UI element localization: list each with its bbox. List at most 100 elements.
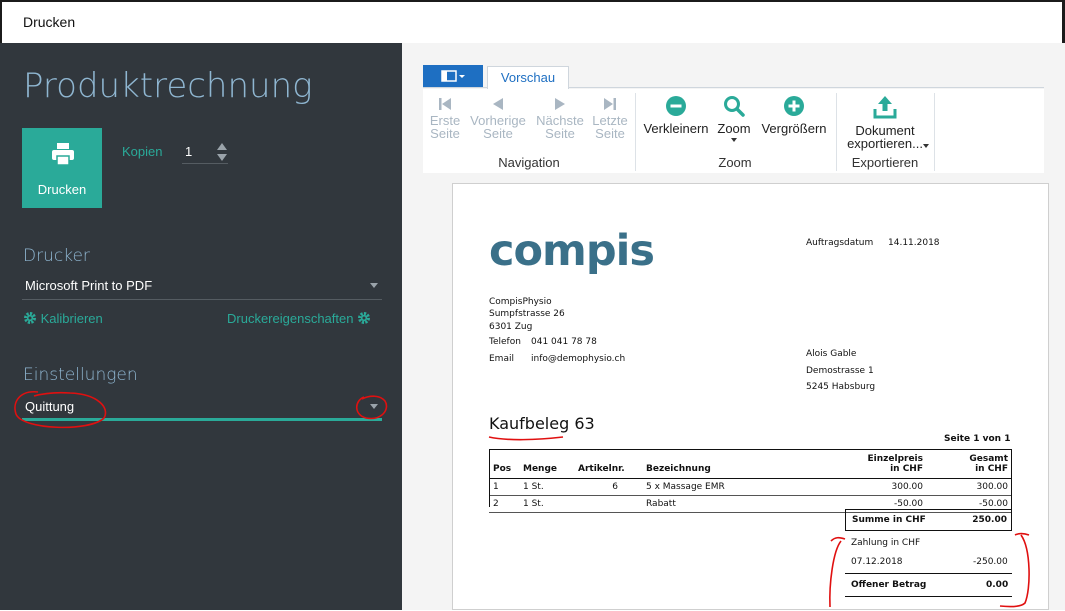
items-table: Pos Menge Artikelnr. Bezeichnung Einzelp… bbox=[489, 449, 1012, 513]
col-description: Bezeichnung bbox=[642, 449, 812, 479]
document-page: compis Auftragsdatum 14.11.2018 CompisPh… bbox=[452, 183, 1049, 610]
skip-first-icon bbox=[439, 98, 451, 110]
red-annotation-underline bbox=[488, 436, 564, 441]
last-page-label-2: Seite bbox=[595, 126, 625, 141]
calibrate-link[interactable]: Kalibrieren bbox=[23, 311, 103, 326]
magnifier-icon bbox=[724, 96, 745, 117]
export-label-1: Dokument bbox=[855, 123, 915, 138]
document-number: 63 bbox=[574, 414, 595, 433]
zoom-group-label: Zoom bbox=[718, 155, 752, 170]
print-button-label: Drucken bbox=[37, 182, 87, 197]
cell: 5 x Massage EMR bbox=[642, 478, 812, 496]
window-titlebar: Drucken bbox=[0, 0, 1065, 45]
col-article: Artikelnr. bbox=[574, 449, 642, 479]
printer-select-value: Microsoft Print to PDF bbox=[25, 278, 153, 293]
previous-page-button[interactable]: Vorherige Seite bbox=[466, 89, 530, 141]
copies-stepper[interactable]: 1 bbox=[182, 140, 228, 164]
email-label: Email bbox=[489, 354, 514, 364]
sum-value: 250.00 bbox=[972, 515, 1007, 525]
payment-label: Zahlung in CHF bbox=[851, 538, 921, 548]
open-amount-value: 0.00 bbox=[986, 580, 1009, 590]
table-row: 1 1 St. 6 5 x Massage EMR 300.00 300.00 bbox=[489, 478, 1012, 496]
settings-select[interactable]: Quittung bbox=[22, 393, 382, 421]
col-quantity: Menge bbox=[519, 449, 574, 479]
sender-city: 6301 Zug bbox=[489, 322, 533, 332]
export-label-2: exportieren... bbox=[847, 136, 923, 151]
recipient-name: Alois Gable bbox=[806, 349, 857, 359]
col-total: Gesamt in CHF bbox=[927, 449, 1012, 479]
ribbon: Erste Seite Vorherige Seite Nächste Seit… bbox=[423, 89, 1044, 173]
settings-section-title: Einstellungen bbox=[23, 365, 138, 385]
page-info: Seite 1 von 1 bbox=[944, 434, 1011, 444]
cell bbox=[574, 495, 642, 513]
gear-icon bbox=[24, 312, 36, 324]
sender-street: Sumpfstrasse 26 bbox=[489, 309, 565, 319]
ribbon-separator bbox=[635, 93, 636, 171]
upload-export-icon bbox=[873, 96, 897, 119]
previous-page-label-2: Seite bbox=[483, 126, 513, 141]
chevron-down-icon bbox=[923, 144, 929, 148]
zoom-in-button[interactable]: Vergrößern bbox=[756, 89, 832, 136]
phone-value: 041 041 78 78 bbox=[531, 337, 597, 347]
printer-properties-link[interactable]: Druckereigenschaften bbox=[227, 311, 371, 326]
printer-select[interactable]: Microsoft Print to PDF bbox=[22, 272, 382, 300]
cell: 1 bbox=[489, 478, 519, 496]
copies-label: Kopien bbox=[122, 144, 163, 159]
spinner-arrows-icon[interactable] bbox=[216, 142, 228, 162]
zoom-out-button[interactable]: Verkleinern bbox=[639, 89, 713, 135]
settings-select-value: Quittung bbox=[25, 399, 75, 414]
copies-value: 1 bbox=[185, 144, 193, 159]
printer-section-title: Drucker bbox=[23, 246, 90, 266]
first-page-label-2: Seite bbox=[430, 126, 460, 141]
tab-preview[interactable]: Vorschau bbox=[487, 66, 569, 89]
arrow-left-icon bbox=[493, 98, 503, 110]
table-border bbox=[489, 449, 490, 507]
order-date-value: 14.11.2018 bbox=[888, 238, 940, 248]
zoom-in-label: Vergrößern bbox=[761, 121, 827, 136]
chevron-down-icon bbox=[731, 138, 737, 142]
company-logo: compis bbox=[489, 226, 655, 276]
col-unit-price: Einzelpreis in CHF bbox=[812, 449, 927, 479]
first-page-button[interactable]: Erste Seite bbox=[424, 89, 466, 141]
last-page-button[interactable]: Letzte Seite bbox=[589, 89, 631, 141]
payment-date: 07.12.2018 bbox=[851, 557, 903, 567]
page-title: Produktrechnung bbox=[23, 66, 313, 106]
document-title-text: Kaufbeleg bbox=[489, 414, 570, 433]
export-group-label: Exportieren bbox=[851, 155, 919, 170]
navigation-group-label: Navigation bbox=[498, 155, 560, 170]
printer-icon bbox=[52, 143, 74, 166]
zoom-in-icon bbox=[784, 96, 804, 116]
first-page-label-1: Erste bbox=[429, 113, 461, 128]
last-page-label-1: Letzte bbox=[592, 113, 628, 128]
zoom-label: Zoom bbox=[717, 121, 751, 136]
sum-box: Summe in CHF 250.00 bbox=[845, 509, 1012, 531]
zoom-button[interactable]: Zoom bbox=[714, 89, 754, 143]
recipient-city: 5245 Habsburg bbox=[806, 382, 876, 392]
printer-properties-label: Druckereigenschaften bbox=[227, 311, 354, 326]
cell: 6 bbox=[574, 478, 642, 496]
ribbon-tabstrip: Vorschau bbox=[423, 65, 1044, 89]
window-title: Drucken bbox=[23, 14, 76, 30]
phone-label: Telefon bbox=[489, 337, 521, 347]
cell: 1 St. bbox=[519, 495, 574, 513]
print-button[interactable]: Drucken bbox=[22, 128, 102, 208]
file-menu-tab[interactable] bbox=[423, 65, 483, 87]
cell: 300.00 bbox=[927, 478, 1012, 496]
print-settings-panel: Produktrechnung Drucken Kopien 1 Drucker… bbox=[0, 43, 402, 610]
chevron-down-icon bbox=[370, 283, 378, 288]
document-title: Kaufbeleg 63 bbox=[489, 414, 595, 433]
next-page-button[interactable]: Nächste Seite bbox=[533, 89, 587, 141]
cell: 1 St. bbox=[519, 478, 574, 496]
export-document-button[interactable]: Dokument exportieren... bbox=[838, 89, 932, 151]
table-header-row: Pos Menge Artikelnr. Bezeichnung Einzelp… bbox=[489, 449, 1012, 479]
next-page-label-2: Seite bbox=[545, 126, 575, 141]
cell: 300.00 bbox=[812, 478, 927, 496]
divider bbox=[845, 573, 1012, 574]
sender-name: CompisPhysio bbox=[489, 297, 552, 307]
open-amount-label: Offener Betrag bbox=[851, 580, 927, 590]
menu-panel-icon bbox=[441, 70, 465, 82]
divider bbox=[845, 596, 1012, 597]
email-value: info@demophysio.ch bbox=[531, 354, 626, 364]
sum-label: Summe in CHF bbox=[852, 515, 926, 525]
recipient-street: Demostrasse 1 bbox=[806, 366, 874, 376]
